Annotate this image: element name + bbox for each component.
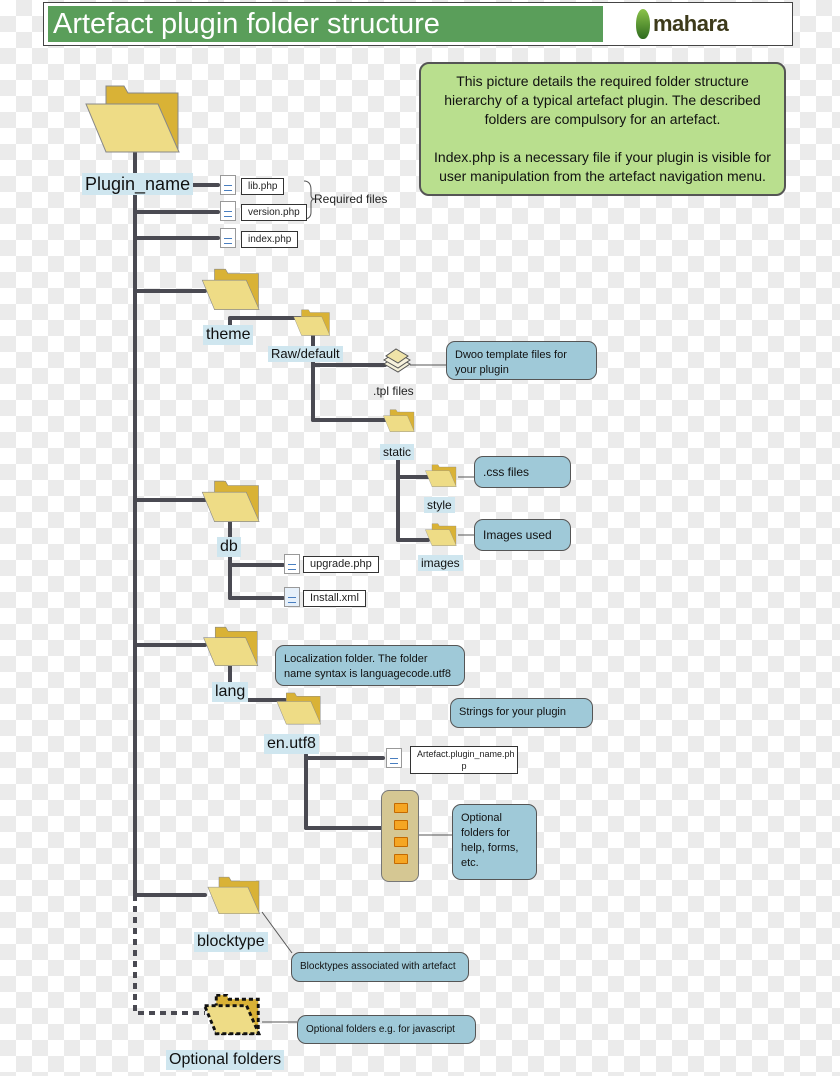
file-artefact-plugin-name-php[interactable]: Artefact.plugin_name.ph p [410,746,518,774]
style-callout: .css files [474,456,571,488]
en-utf8-folder-icon[interactable] [275,692,323,726]
lang-folder-icon[interactable] [200,626,262,668]
static-label: static [380,444,415,460]
static-folder-icon[interactable] [382,409,416,433]
file-icon [284,554,300,574]
plugin-folder-icon[interactable] [84,84,182,156]
blocktype-callout: Blocktypes associated with artefact [291,952,469,982]
mini-folder-icon [394,854,408,864]
strings-callout: Strings for your plugin [450,698,593,728]
tpl-callout: Dwoo template files for your plugin [446,341,597,380]
tpl-files-label: .tpl files [373,384,414,398]
file-icon [220,175,236,195]
optional-folder-icon[interactable] [198,994,266,1036]
blocktype-label: blocktype [194,932,268,952]
style-folder-icon[interactable] [424,464,458,488]
file-lib-php[interactable]: lib.php [241,178,285,195]
file-icon [220,228,236,248]
optional-callout: Optional folders e.g. for javascript [297,1015,476,1044]
tree-connectors [133,148,474,1023]
mini-folder-icon [394,837,408,847]
file-install-xml[interactable]: Install.xml [303,590,366,607]
db-label: db [217,537,241,557]
style-label: style [424,497,455,513]
optional-stack-callout: Optional folders for help, forms, etc. [452,804,537,880]
mini-folder-icon [394,803,408,813]
theme-label: theme [203,325,254,345]
file-icon [386,748,402,768]
plugin-name-label: Plugin_name [82,173,194,195]
optional-folders-label: Optional folders [166,1050,285,1070]
raw-default-label: Raw/default [268,346,343,362]
lang-label: lang [212,682,249,702]
xml-file-icon [284,587,300,607]
db-folder-icon[interactable] [200,480,262,524]
file-index-php[interactable]: index.php [241,231,299,248]
required-files-label: Required files [314,192,388,206]
en-utf8-label: en.utf8 [264,734,319,754]
images-callout: Images used [474,519,571,551]
images-folder-icon[interactable] [424,523,458,547]
optional-folders-stack [381,790,419,882]
raw-default-folder-icon[interactable] [292,309,332,337]
tpl-files-icon[interactable] [382,348,412,374]
file-icon [220,201,236,221]
file-version-php[interactable]: version.php [241,204,307,221]
theme-folder-icon[interactable] [200,268,262,312]
optional-dashed-line [133,895,205,1015]
blocktype-folder-icon[interactable] [202,876,266,916]
lang-callout: Localization folder. The folder name syn… [275,645,465,686]
images-label: images [418,555,463,571]
mini-folder-icon [394,820,408,830]
file-upgrade-php[interactable]: upgrade.php [303,556,379,573]
